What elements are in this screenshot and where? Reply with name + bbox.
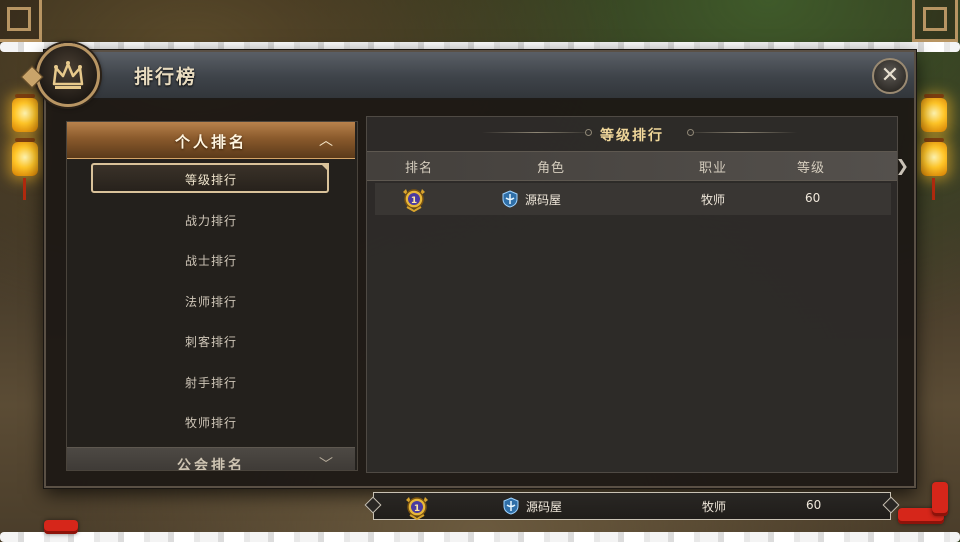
title-bar: 排行榜 ✕ [46, 52, 914, 100]
nav-item-label: 战士排行 [184, 254, 237, 268]
column-job: 职业 [699, 161, 728, 176]
svg-text:1: 1 [414, 504, 420, 514]
close-icon: ✕ [880, 63, 900, 88]
ranking-title: 等级排行 [600, 128, 664, 144]
table-header: 排名 角色 职业 等级 ❯ [367, 151, 909, 181]
nav-item-label: 等级排行 [184, 173, 237, 187]
column-rank: 排名 [405, 161, 434, 176]
nav-item-label: 战力排行 [184, 214, 237, 228]
title-ornament-right [687, 129, 797, 136]
chevron-right-icon: ❯ [895, 156, 909, 175]
row-level: 60 [805, 191, 821, 205]
my-level: 60 [806, 498, 822, 512]
lantern-icon [12, 94, 38, 132]
corner-ornament-left [0, 0, 42, 42]
category-guild-header[interactable]: 公会排名 ﹀ [67, 447, 355, 471]
category-label: 个人排名 [174, 133, 247, 151]
my-rank-row[interactable]: 1 源码屋 牧师 60 [364, 492, 900, 520]
lantern-icon [12, 138, 38, 176]
nav-item-label: 射手排行 [184, 376, 237, 390]
nav-item-level-rank[interactable]: 等级排行 [67, 163, 355, 195]
my-job: 牧师 [702, 500, 727, 514]
lantern-icon [921, 138, 947, 176]
nav-item-power-rank[interactable]: 战力排行 [67, 204, 355, 236]
category-panel: 个人排名 ︿ 等级排行 战力排行 战士排行 法师排行 刺客排行 射手排行 牧师排… [66, 121, 358, 471]
nav-item-archer-rank[interactable]: 射手排行 [67, 366, 355, 398]
leaderboard-window: 排行榜 ✕ 个人排名 ︿ 等级排行 战力排行 战士排行 法师排行 刺客排行 射手… [20, 43, 916, 520]
firecracker-icon [44, 520, 78, 534]
nav-item-label: 牧师排行 [184, 416, 237, 430]
ranking-panel: 等级排行 排名 角色 职业 等级 ❯ 1 源码屋 牧师 60 1 源码屋 牧师 … [364, 116, 909, 520]
row-tip-right [882, 496, 900, 514]
category-label: 公会排名 [177, 458, 245, 471]
nav-item-label: 刺客排行 [184, 335, 237, 349]
row-role-name: 源码屋 [525, 193, 562, 207]
priest-class-icon [503, 497, 519, 515]
nav-item-priest-rank[interactable]: 牧师排行 [67, 406, 355, 438]
nav-item-warrior-rank[interactable]: 战士排行 [67, 244, 355, 276]
chevron-up-icon: ︿ [319, 133, 333, 149]
lantern-icon [921, 94, 947, 132]
corner-ornament-right [912, 0, 958, 42]
priest-class-icon [502, 190, 518, 208]
gold-medal-icon: 1 [403, 189, 425, 212]
nav-item-mage-rank[interactable]: 法师排行 [67, 285, 355, 317]
svg-text:1: 1 [411, 196, 417, 206]
column-role: 角色 [537, 161, 566, 176]
my-role-name: 源码屋 [526, 500, 563, 514]
category-personal-header[interactable]: 个人排名 ︿ [67, 122, 355, 159]
firecracker-icon [932, 482, 948, 516]
gold-medal-icon: 1 [406, 497, 428, 520]
snow-border-bottom [0, 532, 960, 542]
window-title: 排行榜 [134, 66, 198, 88]
nav-item-label: 法师排行 [184, 295, 237, 309]
lantern-tassel [932, 178, 935, 200]
close-button[interactable]: ✕ [872, 58, 908, 94]
chevron-down-icon: ﹀ [319, 457, 333, 471]
crown-badge [36, 43, 100, 107]
table-row[interactable]: 1 源码屋 牧师 60 [375, 183, 891, 215]
row-job: 牧师 [701, 193, 726, 207]
row-tip-left [364, 496, 382, 514]
nav-item-assassin-rank[interactable]: 刺客排行 [67, 325, 355, 357]
column-level: 等级 [797, 161, 826, 176]
crown-icon [52, 61, 84, 89]
lantern-tassel [23, 178, 26, 200]
